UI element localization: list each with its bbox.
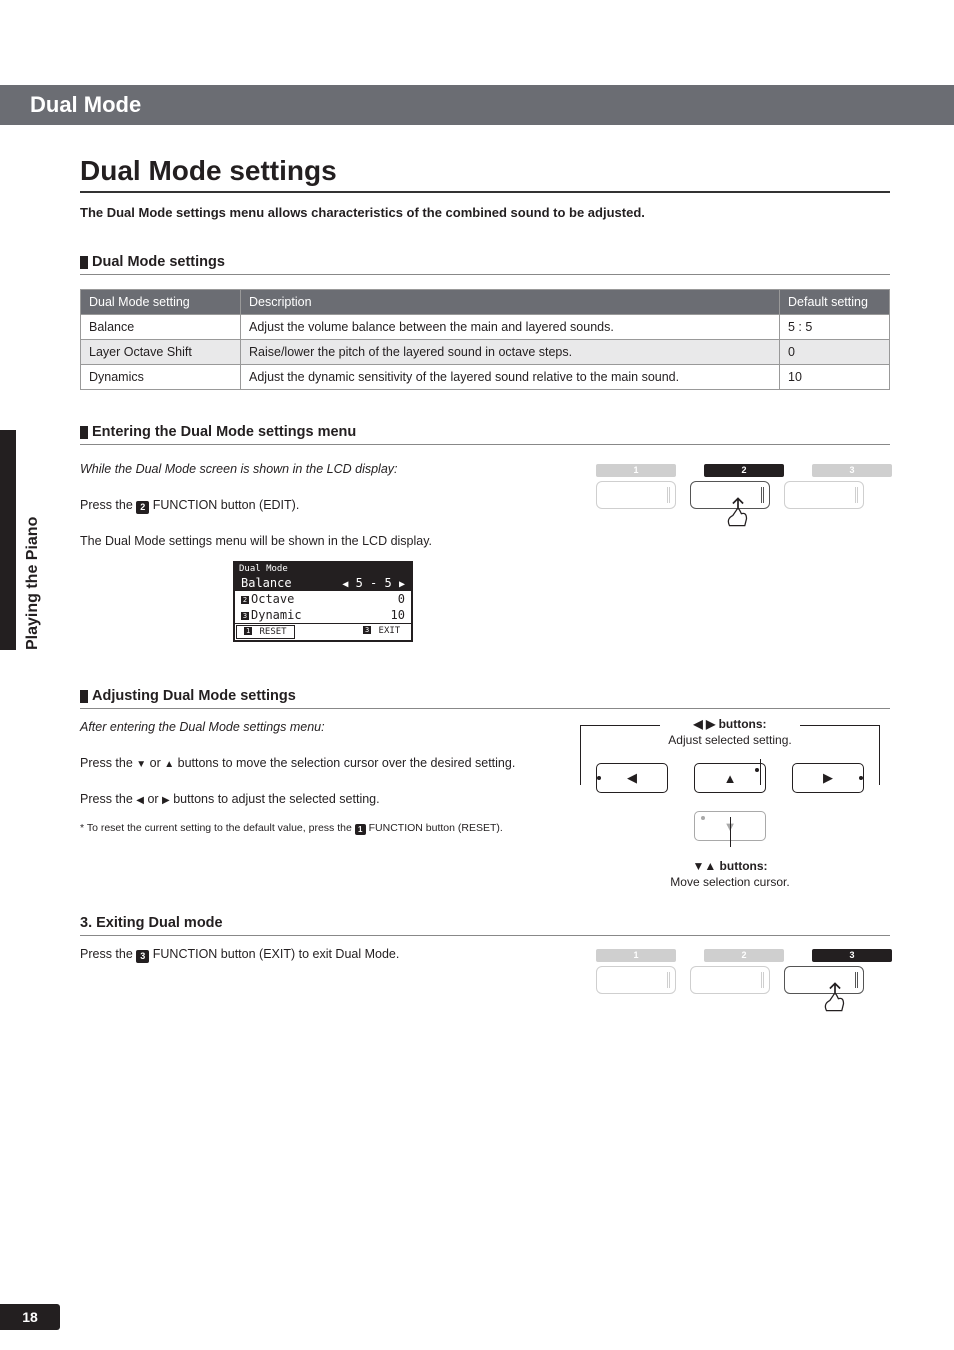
mini-2-icon: 2 (241, 596, 249, 604)
function-button-1[interactable] (596, 481, 676, 509)
lead-text: While the Dual Mode screen is shown in t… (80, 459, 566, 479)
cell: Layer Octave Shift (81, 340, 241, 365)
lcd-exit-button: 3 EXIT (353, 625, 410, 639)
lead-text: After entering the Dual Mode settings me… (80, 717, 540, 737)
bar-marker-icon (80, 256, 88, 269)
left-arrow-icon: ◀ (342, 579, 348, 590)
press-hand-icon (818, 980, 852, 1014)
cell: 5 : 5 (780, 315, 890, 340)
bar-marker-icon (80, 690, 88, 703)
sub-rule (80, 708, 890, 709)
right-arrow-icon: ▶ (162, 795, 170, 806)
left-arrow-button[interactable]: ◀ (596, 763, 668, 793)
instruction-text: Press the 2 FUNCTION button (EDIT). (80, 495, 566, 515)
cell: Adjust the volume balance between the ma… (241, 315, 780, 340)
table-row: Balance Adjust the volume balance betwee… (81, 315, 890, 340)
num-1-icon: 1 (355, 824, 366, 835)
subheading-settings: Dual Mode settings (80, 254, 890, 270)
result-text: The Dual Mode settings menu will be show… (80, 531, 566, 551)
lcd-title: Dual Mode (235, 563, 411, 575)
num-1-grey-icon: 1 (596, 949, 676, 962)
subheading-exiting: 3. Exiting Dual mode (80, 915, 890, 931)
table-row: Dynamics Adjust the dynamic sensitivity … (81, 365, 890, 390)
instruction-text: Press the ◀ or ▶ buttons to adjust the s… (80, 789, 540, 809)
settings-table: Dual Mode setting Description Default se… (80, 289, 890, 390)
subheading-adjusting: Adjusting Dual Mode settings (80, 688, 890, 704)
cell: Raise/lower the pitch of the layered sou… (241, 340, 780, 365)
num-1-grey-icon: 1 (596, 464, 676, 477)
lcd-row: 2Octave 0 (235, 591, 411, 607)
top-desc: Adjust selected setting. (570, 733, 890, 747)
function-buttons-diagram: 1 2 3 (596, 459, 890, 642)
sub-rule (80, 444, 890, 445)
page-title: Dual Mode settings (80, 155, 890, 187)
bar-marker-icon (80, 426, 88, 439)
bottom-label: ▼▲ buttons: (570, 859, 890, 873)
mini-3-icon: 3 (241, 612, 249, 620)
up-arrow-icon: ▲ (164, 759, 174, 770)
left-arrow-icon: ◀ (136, 795, 144, 806)
down-arrow-icon: ▼ (136, 759, 146, 770)
right-arrow-button[interactable]: ▶ (792, 763, 864, 793)
num-2-grey-icon: 2 (704, 949, 784, 962)
num-3-icon: 3 (812, 949, 892, 962)
diagram-line (800, 725, 880, 726)
note-text: * To reset the current setting to the de… (80, 821, 540, 837)
section-label: Playing the Piano (24, 517, 42, 650)
instruction-text: Press the 3 FUNCTION button (EXIT) to ex… (80, 944, 566, 964)
up-arrow-button[interactable]: ▲ (694, 763, 766, 793)
press-hand-icon (721, 495, 755, 529)
cell: Adjust the dynamic sensitivity of the la… (241, 365, 780, 390)
lcd-foot: 1 RESET 3 EXIT (235, 623, 411, 640)
sub-rule (80, 935, 890, 936)
arrow-buttons-diagram: ◀ ▶ buttons: Adjust selected setting. ◀ … (570, 717, 890, 889)
title-rule (80, 191, 890, 193)
section-banner: Dual Mode (0, 85, 954, 125)
th-setting: Dual Mode setting (81, 290, 241, 315)
num-2-icon: 2 (136, 501, 149, 514)
lcd-display: Dual Mode Balance ◀ 5 - 5 ▶ 2Octave 0 3D… (233, 561, 413, 642)
bottom-desc: Move selection cursor. (570, 875, 890, 889)
intro-text: The Dual Mode settings menu allows chara… (80, 205, 890, 220)
th-default: Default setting (780, 290, 890, 315)
cell: Dynamics (81, 365, 241, 390)
table-row: Layer Octave Shift Raise/lower the pitch… (81, 340, 890, 365)
cell: Balance (81, 315, 241, 340)
lcd-row-selected: Balance ◀ 5 - 5 ▶ (235, 575, 411, 591)
function-buttons-diagram: 1 2 3 (596, 944, 890, 994)
page-number: 18 (0, 1304, 60, 1330)
lcd-row: 3Dynamic 10 (235, 607, 411, 623)
cell: 0 (780, 340, 890, 365)
instruction-text: Press the ▼ or ▲ buttons to move the sel… (80, 753, 540, 773)
num-2-icon: 2 (704, 464, 784, 477)
subheading-entering: Entering the Dual Mode settings menu (80, 424, 890, 440)
sub-rule (80, 274, 890, 275)
th-description: Description (241, 290, 780, 315)
top-label: ◀ ▶ buttons: (570, 717, 890, 731)
lcd-reset-button: 1 RESET (236, 625, 295, 639)
right-arrow-icon: ▶ (399, 579, 405, 590)
function-button-1[interactable] (596, 966, 676, 994)
num-3-icon: 3 (136, 950, 149, 963)
function-button-3[interactable] (784, 481, 864, 509)
side-tab (0, 430, 16, 650)
diagram-line (580, 725, 660, 726)
cell: 10 (780, 365, 890, 390)
num-3-grey-icon: 3 (812, 464, 892, 477)
function-button-2[interactable] (690, 966, 770, 994)
